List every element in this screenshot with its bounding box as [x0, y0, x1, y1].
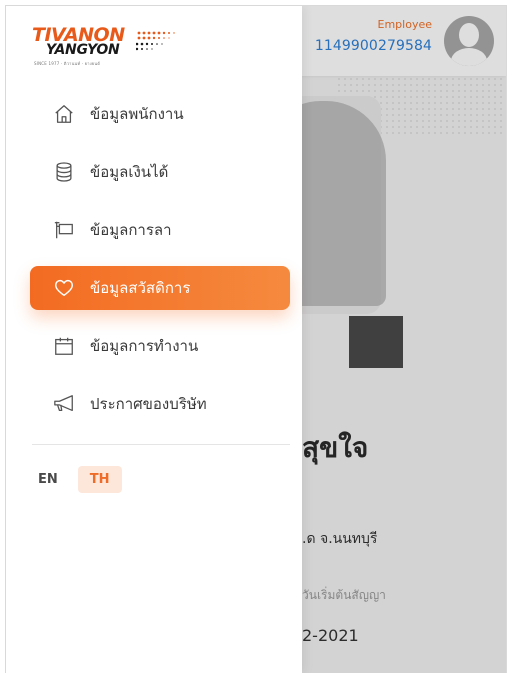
menu-item-leave-info[interactable]: ข้อมูลการลา: [30, 208, 290, 252]
menu-item-label: ข้อมูลสวัสดิการ: [90, 279, 191, 297]
menu-item-work-info[interactable]: ข้อมูลการทำงาน: [30, 324, 290, 368]
menu-item-label: ข้อมูลเงินได้: [90, 163, 169, 181]
database-icon: [52, 160, 76, 184]
menu-item-income-info[interactable]: ข้อมูลเงินได้: [30, 150, 290, 194]
calendar-icon: [52, 334, 76, 358]
logo-text-line2: YANGYON: [46, 42, 120, 58]
logo-since-text: SINCE 1977 · ติวานนท์ · ยางยนต์: [34, 61, 101, 66]
megaphone-icon: [52, 392, 76, 416]
drawer-menu: ข้อมูลพนักงาน ข้อมูลเงินได้ ข้อมูลการลา …: [30, 92, 290, 440]
app-frame: Employee 1149900279584 สุขใจ .ด จ.นนทบุร…: [5, 5, 507, 673]
menu-item-employee-info[interactable]: ข้อมูลพนักงาน: [30, 92, 290, 136]
language-switcher: EN TH: [26, 466, 122, 493]
menu-item-label: ข้อมูลการลา: [90, 221, 172, 239]
home-icon: [52, 102, 76, 126]
menu-item-label: ข้อมูลพนักงาน: [90, 105, 184, 123]
logo-dots-graphic: [136, 31, 175, 51]
navigation-drawer: TIVANON YANGYON SINCE 1977 · ติวานนท์ · …: [6, 6, 302, 673]
menu-item-label: ประกาศของบริษัท: [90, 395, 207, 413]
language-option-th[interactable]: TH: [77, 466, 122, 493]
language-option-en[interactable]: EN: [26, 466, 70, 493]
sign-icon: [52, 218, 76, 242]
menu-item-label: ข้อมูลการทำงาน: [90, 337, 199, 355]
heart-icon: [52, 276, 76, 300]
company-logo[interactable]: TIVANON YANGYON SINCE 1977 · ติวานนท์ · …: [32, 24, 177, 76]
menu-item-company-announcements[interactable]: ประกาศของบริษัท: [30, 382, 290, 426]
menu-item-welfare-info[interactable]: ข้อมูลสวัสดิการ: [30, 266, 290, 310]
menu-divider: [32, 444, 290, 445]
